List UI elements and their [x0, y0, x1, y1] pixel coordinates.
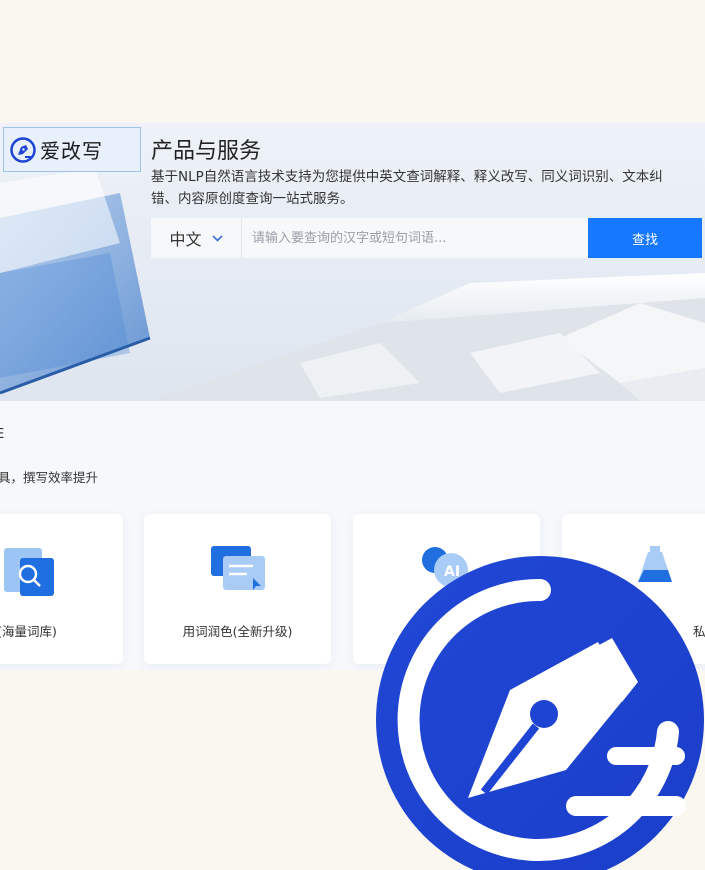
feature-card-polish[interactable]: 用词润色(全新升级): [144, 514, 331, 664]
hero-desc-line-2: 错、内容原创度查询一站式服务。: [151, 191, 354, 207]
logo-text: 爱改写: [40, 139, 103, 163]
hero-title: 产品与服务: [151, 139, 262, 164]
feature-card-definition[interactable]: 释义(海量词库): [0, 514, 123, 664]
chevron-down-icon: [211, 231, 223, 245]
search-input[interactable]: [242, 218, 588, 258]
magnifier-doc-icon: [4, 548, 54, 596]
hero-description: 基于NLP自然语言技术支持为您提供中英文查词解释、释义改写、同义词识别、文本纠 …: [151, 166, 705, 210]
language-select[interactable]: 中文: [151, 218, 242, 258]
search-button[interactable]: 查找: [588, 218, 702, 258]
language-select-value: 中文: [169, 230, 202, 249]
site-logo[interactable]: 爱改写: [3, 127, 141, 172]
feature-card-label: 用词润色(全新升级): [182, 624, 293, 639]
hero-desc-line-1: 基于NLP自然语言技术支持为您提供中英文查词解释、释义改写、同义词识别、文本纠: [151, 169, 663, 185]
feature-card-label: 释义(海量词库): [0, 624, 57, 639]
text-edit-icon: [210, 546, 265, 590]
section-title: E: [0, 427, 5, 442]
section-subtitle: 具，撰写效率提升: [0, 470, 99, 485]
app-logo-large: [376, 556, 704, 870]
hero-banner: 爱改写 产品与服务 基于NLP自然语言技术支持为您提供中英文查词解释、释义改写、…: [0, 123, 705, 401]
pen-nib-icon: [10, 136, 36, 163]
search-bar: 中文 查找: [151, 218, 702, 258]
